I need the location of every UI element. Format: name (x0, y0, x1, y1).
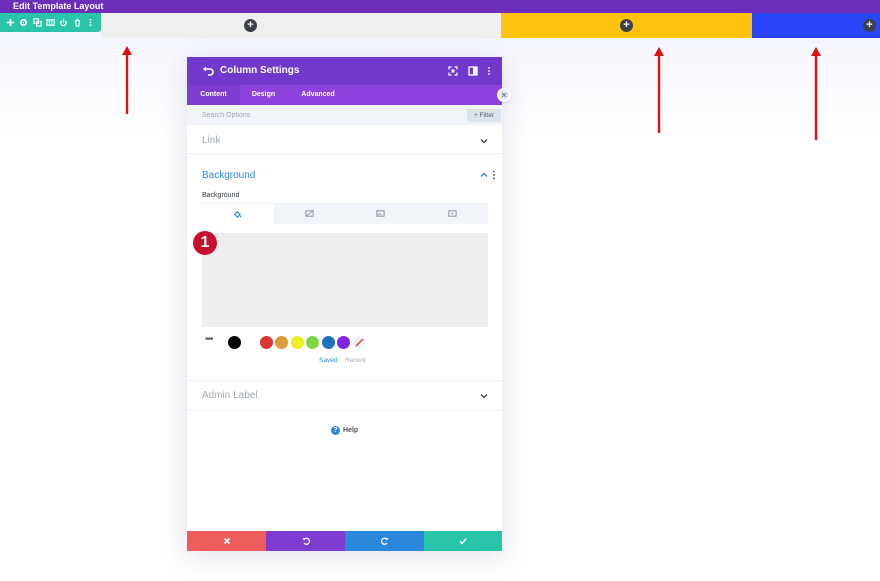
modal-footer (187, 531, 502, 551)
divider (187, 410, 502, 411)
palette-tab-recent[interactable]: Recent (345, 357, 366, 364)
step-number-badge: 1 (193, 231, 217, 255)
divider (187, 380, 502, 381)
more-colors-icon[interactable]: ••• (205, 334, 217, 350)
row-toolbar (0, 13, 101, 32)
divider (187, 153, 502, 154)
swatch-yellow[interactable] (291, 336, 304, 349)
help-label: Help (343, 427, 359, 434)
chevron-up-icon[interactable] (480, 172, 488, 178)
bg-type-gradient-tab[interactable] (274, 203, 346, 224)
gradient-icon (305, 210, 314, 217)
split-view-icon[interactable] (468, 66, 478, 76)
arrow-up-icon (654, 47, 664, 133)
bg-type-image-tab[interactable] (345, 203, 417, 224)
bg-type-video-tab[interactable] (417, 203, 489, 224)
undo-back-icon[interactable] (202, 65, 214, 77)
close-icon (499, 90, 509, 100)
more-options-icon[interactable] (484, 66, 494, 76)
swatch-green[interactable] (306, 336, 319, 349)
color-preview-area[interactable] (202, 233, 488, 327)
close-modal-button[interactable] (497, 88, 511, 102)
swatch-orange[interactable] (275, 336, 288, 349)
paint-bucket-icon (234, 210, 242, 218)
page-title: Edit Template Layout (13, 1, 104, 11)
cancel-button[interactable] (187, 531, 266, 551)
columns-icon[interactable] (45, 18, 55, 28)
plus-icon: + (247, 19, 254, 31)
help-link[interactable]: ? Help (331, 426, 358, 435)
swatch-blue[interactable] (322, 336, 335, 349)
column-2[interactable]: + (501, 13, 752, 38)
search-input[interactable] (197, 105, 447, 125)
swatch-black[interactable] (228, 336, 241, 349)
column-settings-modal: Column Settings Content Design Advanced … (187, 57, 502, 551)
undo-icon (302, 537, 310, 545)
color-swatches: ••• (205, 334, 495, 350)
video-icon (448, 210, 457, 217)
more-icon[interactable] (85, 18, 95, 28)
bg-type-color-tab[interactable] (202, 203, 274, 224)
save-button[interactable] (424, 531, 502, 551)
tab-design[interactable]: Design (240, 85, 287, 105)
add-module-button[interactable]: + (863, 19, 876, 32)
image-icon (376, 210, 385, 217)
tab-content[interactable]: Content (187, 85, 240, 105)
checkmark-icon (459, 538, 467, 545)
column-3[interactable]: + (752, 13, 880, 38)
trash-icon[interactable] (72, 18, 82, 28)
plus-icon: + (623, 19, 630, 31)
link-section-title[interactable]: Link (202, 135, 220, 146)
palette-tab-saved[interactable]: Saved (319, 357, 337, 364)
column-1[interactable]: + (101, 13, 501, 38)
close-icon (223, 537, 230, 545)
background-field-label: Background (202, 192, 240, 199)
top-bar (0, 0, 880, 13)
modal-header: Column Settings (187, 57, 502, 85)
redo-icon (380, 537, 388, 545)
plus-icon[interactable] (6, 18, 16, 28)
swatch-white[interactable] (244, 336, 257, 349)
gear-icon[interactable] (19, 18, 29, 28)
modal-title: Column Settings (220, 65, 300, 76)
arrow-up-icon (122, 46, 132, 114)
background-type-tabs (202, 203, 488, 224)
help-icon: ? (331, 426, 340, 435)
section-more-icon[interactable] (492, 170, 496, 180)
undo-button[interactable] (266, 531, 345, 551)
no-color-icon[interactable] (353, 336, 366, 349)
add-module-button[interactable]: + (620, 19, 633, 32)
chevron-down-icon[interactable] (480, 138, 488, 144)
duplicate-icon[interactable] (32, 18, 42, 28)
redo-button[interactable] (345, 531, 424, 551)
filter-button[interactable]: + Filter (467, 109, 501, 122)
fullscreen-icon[interactable] (448, 66, 458, 76)
chevron-down-icon[interactable] (480, 393, 488, 399)
power-icon[interactable] (59, 18, 69, 28)
plus-icon: + (866, 19, 873, 31)
tab-advanced[interactable]: Advanced (287, 85, 349, 105)
modal-tabs: Content Design Advanced (187, 85, 502, 105)
swatch-purple[interactable] (337, 336, 350, 349)
background-section-title[interactable]: Background (202, 170, 255, 181)
admin-label-section-title[interactable]: Admin Label (202, 390, 258, 401)
arrow-up-icon (811, 47, 821, 140)
search-bar: + Filter (187, 105, 502, 125)
swatch-red[interactable] (260, 336, 273, 349)
add-module-button[interactable]: + (244, 19, 257, 32)
